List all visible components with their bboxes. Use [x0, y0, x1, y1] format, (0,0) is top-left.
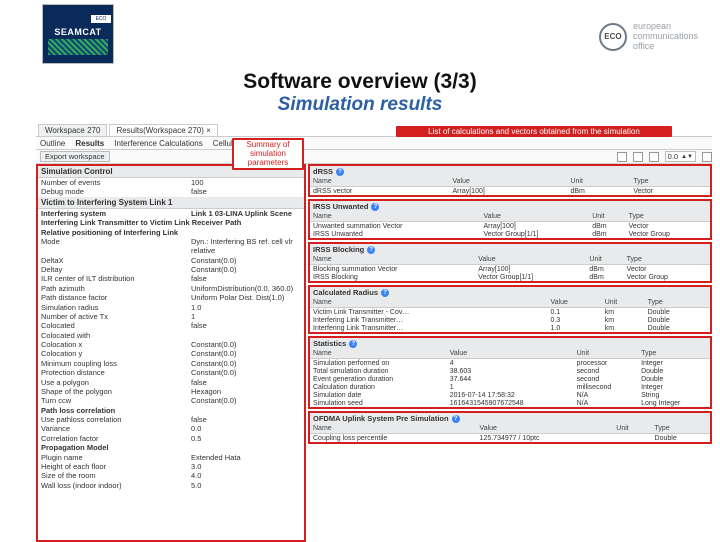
seamcat-logo: ECO SEAMCAT — [42, 4, 114, 64]
help-icon[interactable]: ? — [336, 168, 344, 176]
table-row[interactable]: IRSS UnwantedVector Group[1/1]dBmVector … — [310, 230, 710, 238]
toolbar-icon-3[interactable] — [649, 152, 659, 162]
table-row[interactable]: Event generation duration37.644secondDou… — [310, 375, 710, 383]
results-panels: dRSS? NameValueUnitType dRSS vectorArray… — [306, 164, 712, 542]
simulation-parameters-panel: Simulation Control Number of events100 D… — [36, 164, 306, 542]
table-row[interactable]: Coupling loss percentile125.734977 / 10p… — [310, 434, 710, 443]
help-icon[interactable]: ? — [371, 203, 379, 211]
app-window: Workspace 270 Results(Workspace 270) × O… — [36, 122, 712, 542]
help-icon[interactable]: ? — [381, 289, 389, 297]
table-row[interactable]: Simulation performed on4processorInteger — [310, 359, 710, 368]
seamcat-graphic — [48, 39, 108, 55]
section-victim-link: Victim to Interfering System Link 1 — [38, 197, 304, 209]
toolbar-icon-2[interactable] — [633, 152, 643, 162]
eco-logo: ECO european communications office — [599, 22, 698, 52]
table-row[interactable]: IRSS BlockingVector Group[1/1]dBmVector … — [310, 273, 710, 281]
toolbar: Export workspace 0.0▲▼ — [36, 150, 712, 164]
help-icon[interactable]: ? — [367, 246, 375, 254]
table-row[interactable]: Simulation date2016-07-14 17:58:32N/AStr… — [310, 391, 710, 399]
table-row[interactable]: Interfering Link Transmitter…1.0kmDouble — [310, 324, 710, 332]
export-workspace-button[interactable]: Export workspace — [40, 151, 110, 162]
tab-workspace[interactable]: Workspace 270 — [38, 124, 107, 136]
callout-summary: Summary of simulation parameters — [232, 138, 304, 170]
table-row[interactable]: Total simulation duration38.603secondDou… — [310, 367, 710, 375]
sub-tabs: Outline Results Interference Calculation… — [36, 136, 712, 150]
subtab-results[interactable]: Results — [75, 139, 104, 148]
subtab-interference[interactable]: Interference Calculations — [114, 139, 203, 148]
seamcat-eco-tag: ECO — [91, 15, 111, 23]
spinner-arrows-icon[interactable]: ▲▼ — [681, 154, 693, 160]
panel-calculated-radius: Calculated Radius? NameValueUnitType Vic… — [308, 285, 712, 334]
table-row[interactable]: Interfering Link Transmitter…0.3kmDouble — [310, 316, 710, 324]
page-subtitle: Simulation results — [0, 94, 720, 116]
toolbar-icon-1[interactable] — [617, 152, 627, 162]
help-icon[interactable]: ? — [452, 415, 460, 423]
panel-irss-unwanted: IRSS Unwanted? NameValueUnitType Unwante… — [308, 199, 712, 240]
toolbar-icon-4[interactable] — [702, 152, 712, 162]
tab-results-workspace[interactable]: Results(Workspace 270) × — [109, 124, 217, 136]
eco-subtext: european communications office — [633, 22, 698, 52]
subtab-outline[interactable]: Outline — [40, 139, 65, 148]
panel-drss: dRSS? NameValueUnitType dRSS vectorArray… — [308, 164, 712, 197]
table-row[interactable]: dRSS vectorArray[100]dBmVector — [310, 187, 710, 196]
help-icon[interactable]: ? — [349, 340, 357, 348]
table-row[interactable]: Unwanted summation VectorArray[100]dBmVe… — [310, 222, 710, 231]
value-spinner[interactable]: 0.0▲▼ — [665, 151, 696, 162]
panel-ofdma: OFDMA Uplink System Pre Simulation? Name… — [308, 411, 712, 444]
eco-circle-icon: ECO — [599, 23, 627, 51]
callout-list: List of calculations and vectors obtaine… — [396, 126, 672, 137]
table-row[interactable]: Simulation seed1616431545907672548N/ALon… — [310, 399, 710, 407]
page-title: Software overview (3/3) — [0, 70, 720, 94]
table-row[interactable]: Calculation duration1millisecondInteger — [310, 383, 710, 391]
seamcat-name: SEAMCAT — [54, 27, 101, 37]
panel-irss-blocking: IRSS Blocking? NameValueUnitType Blockin… — [308, 242, 712, 283]
panel-statistics: Statistics? NameValueUnitType Simulation… — [308, 336, 712, 409]
table-row[interactable]: Victim Link Transmitter - Cov…0.1kmDoubl… — [310, 308, 710, 317]
table-row[interactable]: Blocking summation VectorArray[100]dBmVe… — [310, 265, 710, 274]
